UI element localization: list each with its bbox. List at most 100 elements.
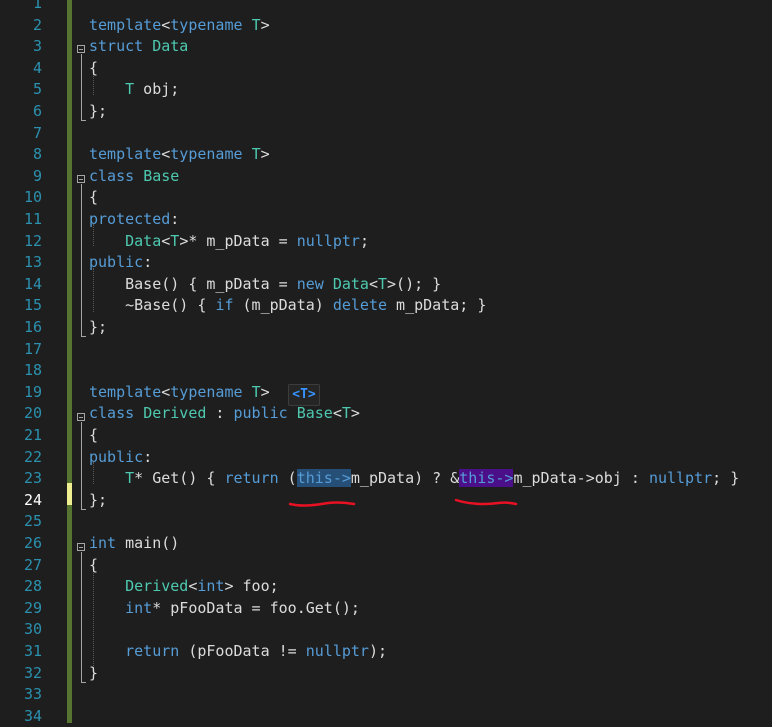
line-number: 3	[32, 37, 42, 56]
code-line[interactable]: 10 {	[0, 187, 772, 209]
code-line[interactable]: 6};	[0, 101, 772, 123]
code-text[interactable]: class Derived : public Base<T>	[89, 403, 360, 425]
code-text[interactable]: {	[89, 555, 98, 577]
code-text[interactable]: int* pFooData = foo.Get();	[89, 598, 360, 620]
code-line[interactable]: 16};	[0, 317, 772, 339]
code-text[interactable]: T obj;	[89, 79, 179, 101]
code-token: <	[161, 231, 171, 250]
code-line[interactable]: 24};	[0, 490, 772, 512]
code-line[interactable]: 33	[0, 684, 772, 706]
code-line[interactable]: 20 class Derived : public Base<T>	[0, 403, 772, 425]
line-number: 29	[23, 598, 42, 617]
code-line[interactable]: 3 struct Data	[0, 36, 772, 58]
code-token: struct	[89, 37, 144, 56]
code-text[interactable]: public:	[89, 447, 152, 469]
code-line[interactable]: 26 int main()	[0, 533, 772, 555]
code-line[interactable]: 31 return (pFooData != nullptr);	[0, 641, 772, 663]
code-text[interactable]: };	[89, 101, 107, 123]
code-token: template	[89, 382, 162, 401]
code-line[interactable]: 34	[0, 706, 772, 727]
line-number: 26	[23, 534, 42, 552]
code-line[interactable]: 18	[0, 360, 772, 382]
code-line[interactable]: 11 protected:	[0, 209, 772, 231]
code-token: <	[161, 382, 171, 401]
code-line[interactable]: 4{	[0, 58, 772, 80]
line-number: 5	[32, 80, 42, 99]
code-line[interactable]: 23 T* Get() { return (this->m_pData) ? &…	[0, 468, 772, 490]
code-line[interactable]: 12 Data<T>* m_pData = nullptr;	[0, 231, 772, 253]
code-text[interactable]: template<typename T>	[89, 144, 270, 166]
code-text[interactable]: public:	[89, 252, 152, 274]
code-text[interactable]: return (pFooData != nullptr);	[89, 641, 387, 663]
code-token: typename	[170, 145, 243, 164]
code-line[interactable]: 15 ~Base() { if (m_pData) delete m_pData…	[0, 295, 772, 317]
code-text[interactable]: ~Base() { if (m_pData) delete m_pData; }	[89, 295, 486, 317]
code-line[interactable]: 8 template<typename T>	[0, 144, 772, 166]
code-token: (pFooData !=	[179, 642, 306, 660]
code-line[interactable]: 9 class Base	[0, 166, 772, 188]
code-text[interactable]: template<typename T>	[89, 382, 270, 404]
line-number: 12	[23, 231, 42, 250]
code-text[interactable]: Derived<int> foo;	[89, 576, 279, 598]
code-text[interactable]: {	[89, 58, 98, 80]
code-line[interactable]: 32}	[0, 663, 772, 685]
code-token: Derived	[125, 577, 189, 596]
line-number: 14	[23, 274, 42, 293]
line-number: 23	[23, 469, 42, 488]
code-line[interactable]: 19 template<typename T>	[0, 382, 772, 404]
code-line[interactable]: 2 template<typename T>	[0, 15, 772, 37]
code-line[interactable]: 22 public:	[0, 447, 772, 469]
annotation-underline	[288, 501, 356, 507]
code-token: >	[260, 382, 270, 401]
line-number: 4	[32, 58, 42, 77]
code-line[interactable]: 17	[0, 339, 772, 361]
code-line[interactable]: 1	[0, 0, 772, 15]
line-number: 22	[23, 447, 42, 466]
code-text[interactable]: protected:	[89, 209, 179, 231]
code-token: :	[170, 210, 180, 228]
code-text[interactable]: Data<T>* m_pData = nullptr;	[89, 231, 369, 253]
code-line[interactable]: 28 Derived<int> foo;	[0, 576, 772, 598]
code-line[interactable]: 30	[0, 619, 772, 641]
code-token: class	[89, 404, 135, 423]
code-text[interactable]: T* Get() { return (this->m_pData) ? &thi…	[89, 468, 739, 490]
code-text[interactable]: {	[89, 187, 98, 209]
code-text[interactable]: int main()	[89, 533, 179, 555]
code-line[interactable]: 27 {	[0, 555, 772, 577]
line-number: 21	[23, 426, 42, 444]
code-line[interactable]: 7	[0, 123, 772, 145]
code-line[interactable]: 29 int* pFooData = foo.Get();	[0, 598, 772, 620]
code-token: (m_pData)	[233, 296, 333, 315]
code-token: m_pData; }	[387, 296, 487, 315]
code-token: m_pData->obj :	[513, 469, 649, 488]
line-number: 6	[32, 102, 42, 120]
code-text[interactable]: class Base	[89, 166, 179, 188]
code-text[interactable]: };	[89, 317, 107, 339]
code-token: };	[89, 318, 108, 336]
code-line[interactable]: 21 {	[0, 425, 772, 447]
code-line[interactable]: 25	[0, 511, 772, 533]
code-line[interactable]: 13 public:	[0, 252, 772, 274]
code-line[interactable]: 5 T obj;	[0, 79, 772, 101]
code-text[interactable]: struct Data	[89, 36, 188, 58]
code-editor[interactable]: 1 2 template<typename T> 3 struct Data 4{5 T …	[0, 0, 772, 725]
line-number: 7	[32, 123, 42, 142]
code-text[interactable]: Base() { m_pData = new Data<T>(); }	[89, 274, 441, 296]
code-text[interactable]: template<typename T>	[89, 15, 270, 37]
code-text[interactable]: }	[89, 663, 98, 685]
code-text[interactable]: };	[89, 490, 107, 512]
code-text[interactable]: {	[89, 425, 98, 447]
line-number: 10	[23, 188, 42, 207]
code-token: {	[89, 58, 99, 77]
code-token: );	[368, 642, 388, 660]
code-token: ;	[359, 231, 369, 250]
code-line[interactable]: 14 Base() { m_pData = new Data<T>(); }	[0, 274, 772, 296]
code-token: T	[251, 145, 261, 164]
template-args-hint[interactable]: <T>	[288, 384, 320, 406]
